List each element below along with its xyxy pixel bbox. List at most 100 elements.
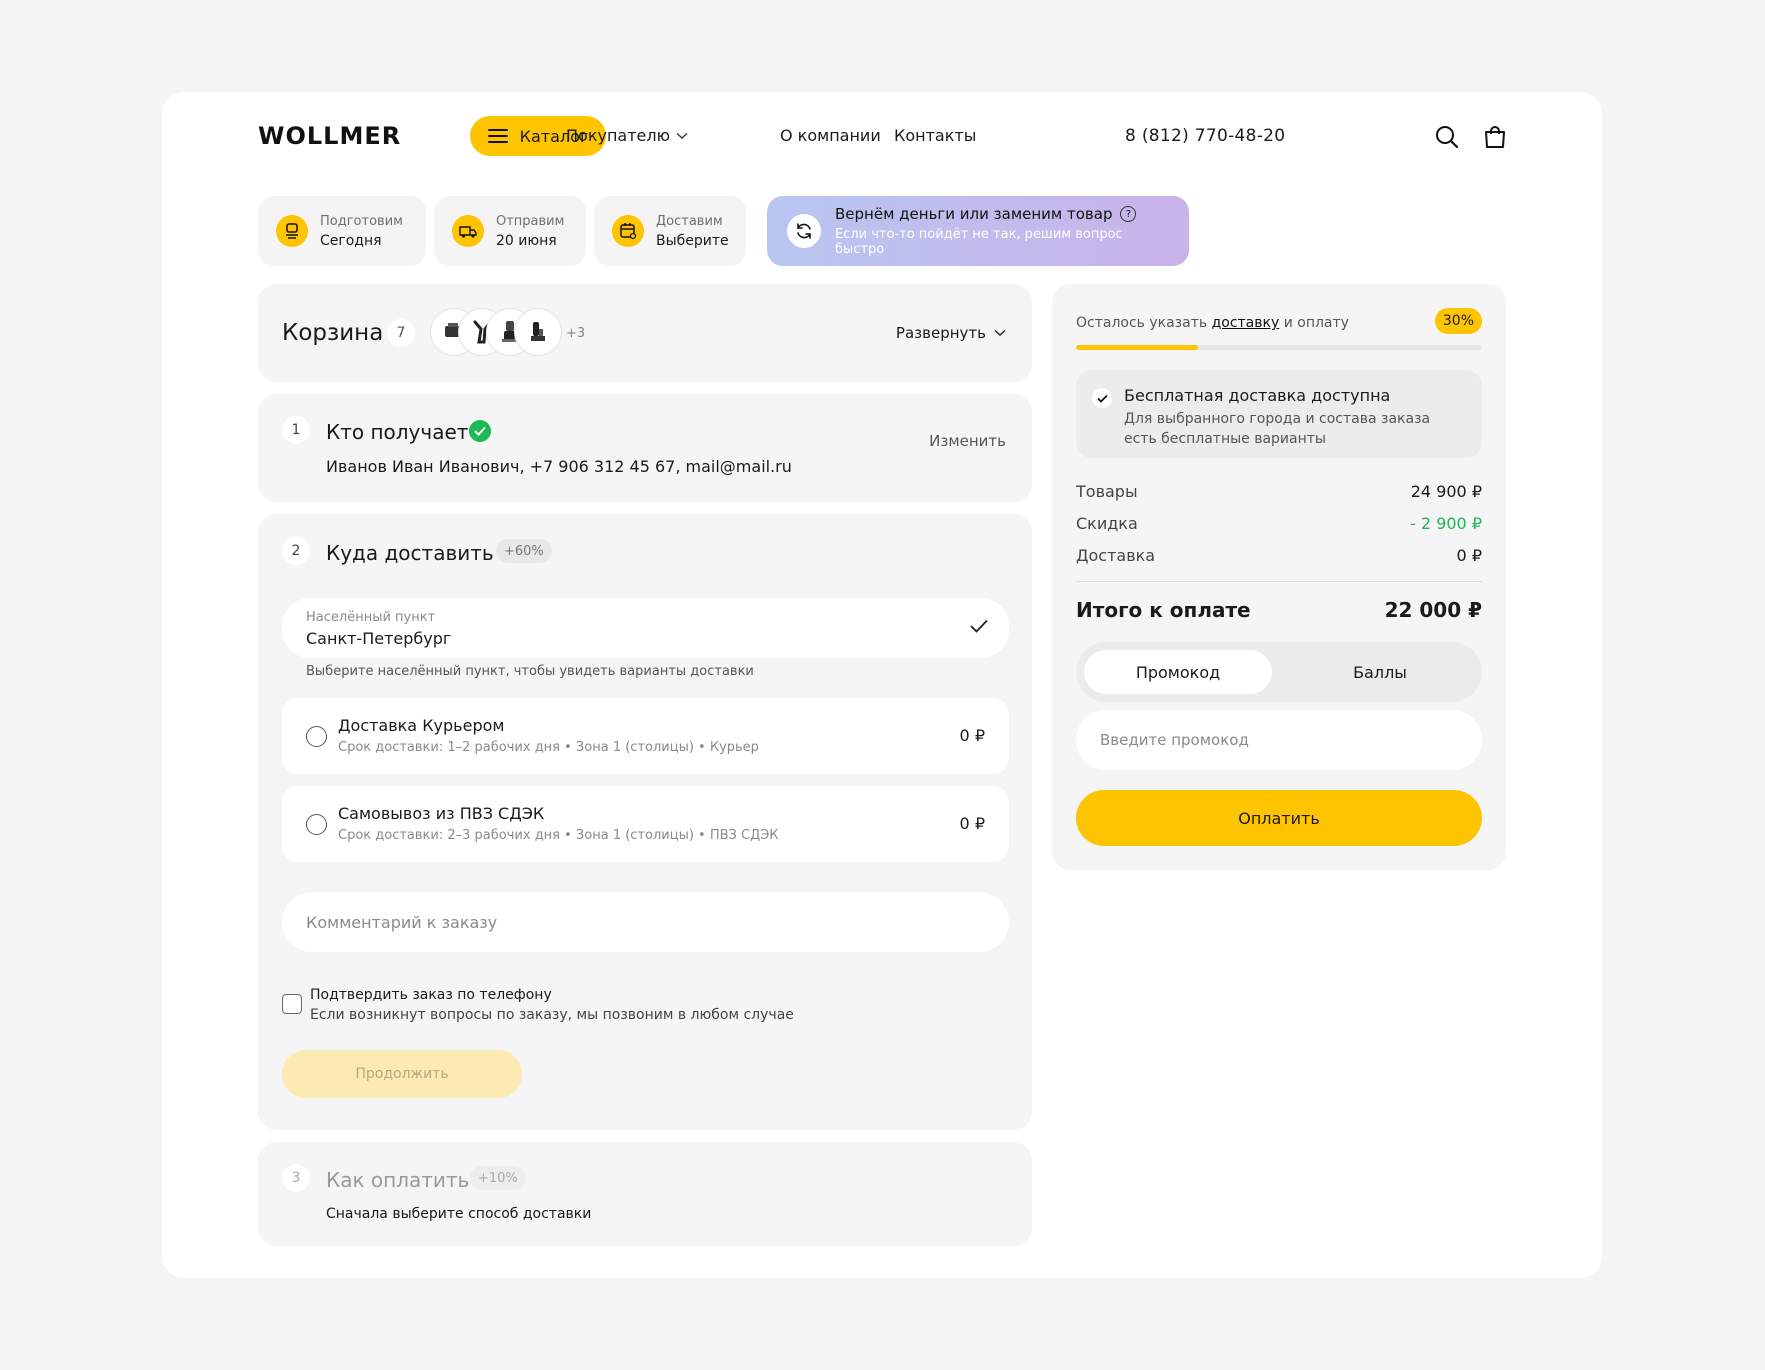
row-value: 24 900 ₽: [1410, 482, 1482, 501]
confirm-phone-checkbox[interactable]: [282, 994, 302, 1014]
bonus-chip: +10%: [470, 1166, 526, 1190]
radio-button[interactable]: [306, 814, 327, 835]
nav-contacts-label: Контакты: [894, 126, 977, 145]
remaining-prefix: Осталось указать: [1076, 315, 1208, 331]
nav-buyer-label: Покупателю: [566, 126, 671, 145]
row-value: 0 ₽: [1456, 546, 1482, 565]
option-desc: Срок доставки: 1–2 рабочих дня • Зона 1 …: [338, 740, 759, 755]
badge-title: Доставим: [656, 213, 723, 229]
badge-ship: Отправим 20 июня: [434, 196, 586, 266]
remaining-steps-text: Осталось указать доставку и оплату: [1076, 315, 1349, 331]
calendar-icon: [612, 215, 644, 247]
logo[interactable]: WOLLMER: [258, 122, 401, 150]
nav-contacts[interactable]: Контакты: [894, 126, 976, 145]
step-title: Как оплатить: [326, 1168, 470, 1192]
city-value: Санкт-Петербург: [306, 629, 452, 648]
product-thumb[interactable]: [514, 308, 562, 356]
cart-count: 7: [387, 319, 415, 347]
confirm-phone-desc: Если возникнут вопросы по заказу, мы поз…: [310, 1007, 794, 1023]
row-label: Скидка: [1076, 514, 1138, 533]
free-delivery-desc: Для выбранного города и состава заказа е…: [1124, 411, 1431, 447]
continue-button[interactable]: Продолжить: [282, 1050, 522, 1098]
guarantee-title: Вернём деньги или заменим товар: [835, 205, 1113, 223]
total-value: 22 000 ₽: [1384, 598, 1482, 622]
order-comment-input[interactable]: [282, 892, 1009, 952]
promocode-input[interactable]: [1076, 710, 1482, 770]
order-summary: Осталось указать доставку и оплату 30% Б…: [1052, 284, 1506, 870]
badge-value: 20 июня: [496, 232, 557, 249]
cart-bag-icon[interactable]: [1482, 124, 1508, 150]
chevron-down-icon: [994, 329, 1006, 337]
menu-icon: [487, 129, 508, 143]
free-delivery-title: Бесплатная доставка доступна: [1124, 386, 1391, 405]
badge-title: Подготовим: [320, 213, 403, 229]
confirm-phone-title: Подтвердить заказ по телефону: [310, 987, 552, 1003]
check-circle-icon: [469, 420, 491, 442]
checkout-page: WOLLMER Каталог Покупателю О компании Ко…: [162, 92, 1602, 1278]
summary-row-discount: Скидка - 2 900 ₽: [1076, 514, 1482, 533]
chevron-down-icon: [676, 132, 688, 139]
pay-button[interactable]: Оплатить: [1076, 790, 1482, 846]
badge-value: Выберите: [656, 232, 729, 249]
step-number: 1: [282, 416, 310, 444]
nav-about-label: О компании: [780, 126, 881, 145]
help-icon[interactable]: ?: [1120, 206, 1137, 222]
city-hint: Выберите населённый пункт, чтобы увидеть…: [306, 664, 754, 679]
progress-bar: [1076, 345, 1482, 350]
option-price: 0 ₽: [959, 814, 985, 833]
option-title: Доставка Курьером: [338, 716, 505, 735]
recipient-step: 1 Кто получает Изменить Иванов Иван Иван…: [258, 394, 1032, 502]
step-number: 2: [282, 537, 310, 565]
city-select[interactable]: Населённый пункт Санкт-Петербург: [282, 598, 1009, 658]
option-desc: Срок доставки: 2–3 рабочих дня • Зона 1 …: [338, 828, 779, 843]
radio-button[interactable]: [306, 726, 327, 747]
summary-row-goods: Товары 24 900 ₽: [1076, 482, 1482, 501]
divider: [1076, 581, 1482, 582]
phone-number[interactable]: 8 (812) 770-48-20: [1125, 126, 1285, 146]
free-delivery-notice: Бесплатная доставка доступна Для выбранн…: [1076, 370, 1482, 458]
row-value: - 2 900 ₽: [1410, 514, 1482, 533]
cart-card: Корзина 7 +3 Развернуть: [258, 284, 1032, 382]
nav-buyer[interactable]: Покупателю: [566, 126, 688, 145]
refresh-icon: [787, 214, 821, 248]
delivery-option-pickup[interactable]: Самовывоз из ПВЗ СДЭК Срок доставки: 2–3…: [282, 786, 1009, 862]
total-row: Итого к оплате 22 000 ₽: [1076, 598, 1482, 622]
payment-step: 3 Как оплатить +10% Сначала выберите спо…: [258, 1142, 1032, 1246]
tab-promocode[interactable]: Промокод: [1084, 650, 1272, 694]
badge-deliver[interactable]: Доставим Выберите: [594, 196, 746, 266]
city-label: Населённый пункт: [306, 610, 436, 625]
step-title: Кто получает: [326, 420, 469, 444]
option-title: Самовывоз из ПВЗ СДЭК: [338, 804, 545, 823]
change-recipient-link[interactable]: Изменить: [929, 432, 1006, 450]
row-label: Товары: [1076, 482, 1138, 501]
badge-value: Сегодня: [320, 232, 382, 249]
discount-tabs: Промокод Баллы: [1076, 642, 1482, 702]
tab-points[interactable]: Баллы: [1286, 650, 1474, 694]
recipient-info: Иванов Иван Иванович, +7 906 312 45 67, …: [326, 457, 792, 476]
delivery-option-courier[interactable]: Доставка Курьером Срок доставки: 1–2 раб…: [282, 698, 1009, 774]
progress-percent: 30%: [1434, 308, 1482, 334]
box-icon: [276, 215, 308, 247]
guarantee-subtitle: Если что-то пойдёт не так, решим вопрос …: [835, 227, 1123, 257]
step-title: Куда доставить: [326, 541, 494, 565]
progress-bar-fill: [1076, 345, 1198, 350]
delivery-link[interactable]: доставку: [1212, 315, 1280, 331]
option-price: 0 ₽: [959, 726, 985, 745]
step-number: 3: [282, 1164, 310, 1192]
expand-cart-button[interactable]: Развернуть: [896, 324, 1006, 342]
checkmark-icon: [1092, 388, 1112, 408]
payment-hint: Сначала выберите способ доставки: [326, 1206, 592, 1222]
checkmark-icon: [970, 619, 988, 633]
cart-title: Корзина: [282, 320, 384, 346]
guarantee-banner: Вернём деньги или заменим товар? Если чт…: [767, 196, 1189, 266]
total-label: Итого к оплате: [1076, 598, 1251, 622]
more-products-count: +3: [566, 326, 586, 341]
expand-label: Развернуть: [895, 324, 986, 342]
nav-about[interactable]: О компании: [780, 126, 881, 145]
delivery-step: 2 Куда доставить +60% Населённый пункт С…: [258, 514, 1032, 1130]
search-icon[interactable]: [1434, 124, 1460, 150]
truck-icon: [452, 215, 484, 247]
badge-prepare: Подготовим Сегодня: [258, 196, 426, 266]
badge-title: Отправим: [496, 213, 565, 229]
summary-row-delivery: Доставка 0 ₽: [1076, 546, 1482, 565]
